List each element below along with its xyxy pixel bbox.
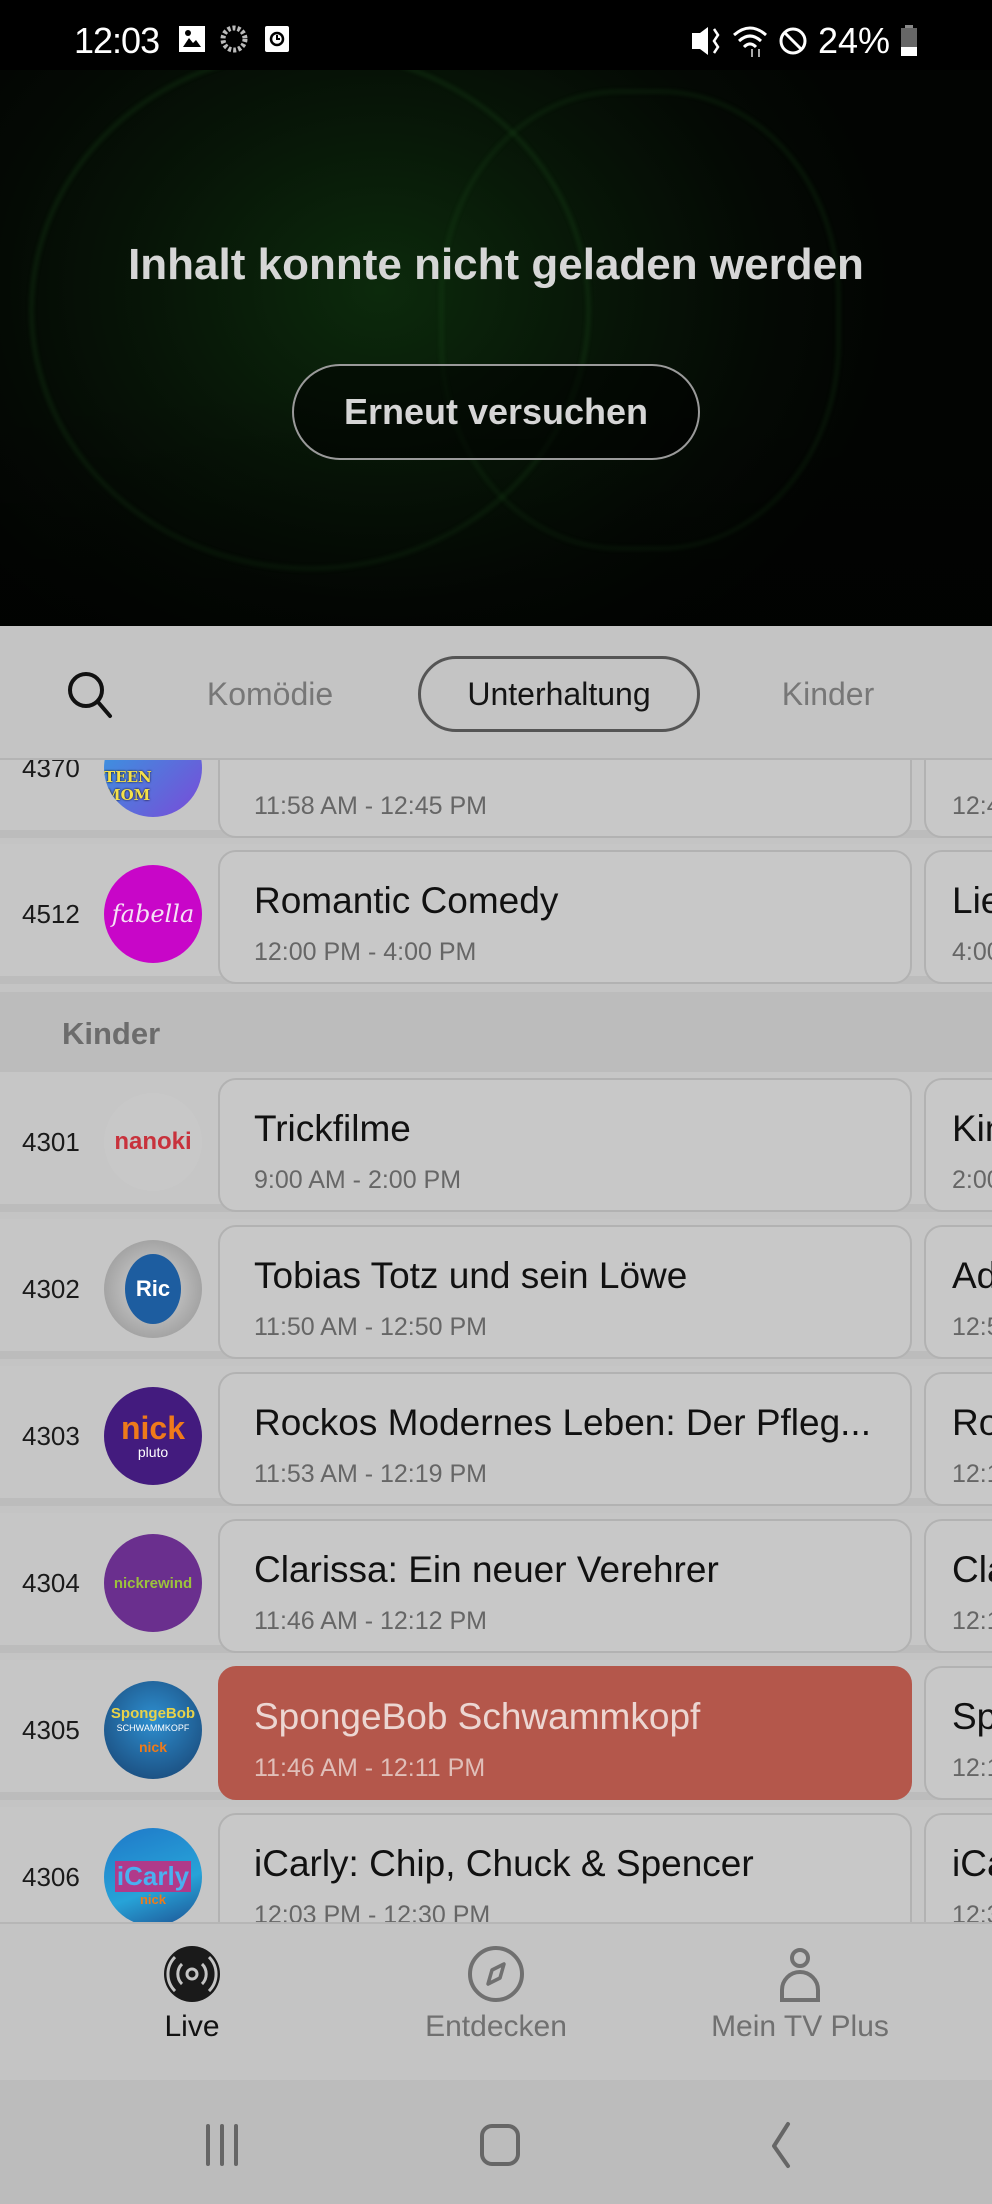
retry-button[interactable]: Erneut versuchen	[292, 364, 700, 460]
channel-row[interactable]: 4304 nickrewind Clarissa: Ein neuer Vere…	[0, 1513, 992, 1653]
program-card[interactable]: 11:58 AM - 12:45 PM	[218, 760, 912, 838]
program-time: 11:50 AM - 12:50 PM	[254, 1313, 487, 1341]
program-card[interactable]: Rockos Modernes Leben: Der Pfleg... 11:5…	[218, 1372, 912, 1506]
channel-logo[interactable]: nanoki	[104, 1093, 202, 1191]
channel-row[interactable]: 4302 Ric Tobias Totz und sein Löwe 11:50…	[0, 1219, 992, 1359]
channel-number: 4512	[22, 898, 80, 929]
channel-number: 4305	[22, 1714, 80, 1745]
next-program-card[interactable]: Lie 4:00	[924, 850, 992, 984]
bottom-nav: Live Entdecken Mein TV Plus	[0, 1922, 992, 2080]
channel-number: 4302	[22, 1273, 80, 1304]
program-title: Clarissa: Ein neuer Verehrer	[254, 1549, 719, 1590]
channel-logo[interactable]: iCarly nick	[104, 1828, 202, 1922]
wifi-icon	[732, 26, 767, 57]
tab-kinder[interactable]: Kinder	[750, 656, 906, 732]
search-icon[interactable]	[62, 666, 118, 722]
program-card[interactable]: iCarly: Chip, Chuck & Spencer 12:03 PM -…	[218, 1813, 912, 1922]
program-title: Trickfilme	[254, 1108, 411, 1149]
next-program-card[interactable]: Ad 12:5	[924, 1225, 992, 1359]
program-time: 11:46 AM - 12:12 PM	[254, 1607, 487, 1635]
back-icon[interactable]	[752, 2116, 812, 2176]
program-card[interactable]: Trickfilme 9:00 AM - 2:00 PM	[218, 1078, 912, 1212]
program-time: 9:00 AM - 2:00 PM	[254, 1166, 462, 1194]
nav-live[interactable]: Live	[42, 1944, 342, 2064]
battery-icon	[901, 25, 917, 56]
program-time: 11:46 AM - 12:11 PM	[254, 1754, 486, 1782]
program-card[interactable]: Romantic Comedy 12:00 PM - 4:00 PM	[218, 850, 912, 984]
next-program-card[interactable]: iCa 12:3	[924, 1813, 992, 1922]
channel-logo[interactable]: SpongeBob SCHWAMMKOPF nick	[104, 1681, 202, 1779]
gallery-icon	[179, 26, 205, 52]
program-time: 12:03 PM - 12:30 PM	[254, 1901, 491, 1922]
status-time: 12:03	[74, 20, 160, 61]
program-card[interactable]: Tobias Totz und sein Löwe 11:50 AM - 12:…	[218, 1225, 912, 1359]
nav-label: Entdecken	[425, 2010, 567, 2043]
program-card[interactable]: Clarissa: Ein neuer Verehrer 11:46 AM - …	[218, 1519, 912, 1653]
section-header: Kinder	[0, 992, 992, 1080]
next-program-card[interactable]: Sp 12:1	[924, 1666, 992, 1800]
live-broadcast-icon	[164, 1946, 220, 2002]
next-program-card[interactable]: 12:4	[924, 760, 992, 838]
do-not-disturb-icon	[779, 27, 807, 55]
channel-number: 4303	[22, 1420, 80, 1451]
system-nav-bar	[0, 2080, 992, 2204]
program-time: 11:58 AM - 12:45 PM	[254, 792, 487, 820]
loading-ring-icon	[220, 25, 248, 53]
nav-label: Live	[164, 2010, 220, 2043]
person-icon	[780, 1948, 820, 2002]
program-title: SpongeBob Schwammkopf	[254, 1696, 701, 1737]
channel-logo[interactable]: fabella	[104, 865, 202, 963]
program-time: 11:53 AM - 12:19 PM	[254, 1460, 487, 1488]
channel-number: 4301	[22, 1126, 80, 1157]
channel-logo[interactable]: nick pluto	[104, 1387, 202, 1485]
channel-logo[interactable]: TEEN MOM	[104, 760, 202, 817]
tab-unterhaltung[interactable]: Unterhaltung	[418, 656, 700, 732]
nav-entdecken[interactable]: Entdecken	[346, 1944, 646, 2064]
category-tabs: Komödie Unterhaltung Kinder	[0, 626, 992, 760]
channel-row[interactable]: 4306 iCarly nick iCarly: Chip, Chuck & S…	[0, 1807, 992, 1922]
nav-mein-tv-plus[interactable]: Mein TV Plus	[650, 1944, 950, 2064]
program-title: Rockos Modernes Leben: Der Pfleg...	[254, 1402, 871, 1443]
channel-row[interactable]: 4303 nick pluto Rockos Modernes Leben: D…	[0, 1366, 992, 1506]
channel-row-playing[interactable]: 4305 SpongeBob SCHWAMMKOPF nick SpongeBo…	[0, 1660, 992, 1800]
channel-row[interactable]: 4512 fabella Romantic Comedy 12:00 PM - …	[0, 844, 992, 984]
nav-label: Mein TV Plus	[711, 2010, 889, 2043]
tab-komoedie[interactable]: Komödie	[180, 656, 360, 732]
compass-icon	[468, 1946, 524, 2002]
recents-icon[interactable]	[194, 2116, 254, 2176]
channel-number: 4370	[22, 760, 80, 783]
vibrate-mute-icon	[691, 27, 720, 55]
hero-banner: Inhalt konnte nicht geladen werden Erneu…	[0, 70, 992, 626]
status-bar: 12:03 24%	[0, 0, 992, 70]
channel-row[interactable]: 4301 nanoki Trickfilme 9:00 AM - 2:00 PM…	[0, 1072, 992, 1212]
error-message: Inhalt konnte nicht geladen werden	[128, 240, 864, 289]
next-program-card[interactable]: Kin 2:00	[924, 1078, 992, 1212]
program-title: Romantic Comedy	[254, 880, 559, 921]
clock-app-icon	[265, 26, 289, 52]
battery-percent: 24%	[817, 20, 890, 61]
channel-row[interactable]: 4370 TEEN MOM 11:58 AM - 12:45 PM 12:4	[0, 760, 992, 838]
next-program-card[interactable]: Cla 12:1	[924, 1519, 992, 1653]
program-title: Tobias Totz und sein Löwe	[254, 1255, 688, 1296]
home-icon[interactable]	[472, 2116, 532, 2176]
channel-number: 4306	[22, 1861, 80, 1892]
program-title: iCarly: Chip, Chuck & Spencer	[254, 1843, 754, 1884]
channel-logo[interactable]: nickrewind	[104, 1534, 202, 1632]
section-title: Kinder	[62, 1016, 161, 1051]
channel-logo[interactable]: Ric	[104, 1240, 202, 1338]
channel-guide: 4370 TEEN MOM 11:58 AM - 12:45 PM 12:4 4…	[0, 760, 992, 1922]
program-time: 12:00 PM - 4:00 PM	[254, 938, 477, 966]
program-card-live[interactable]: SpongeBob Schwammkopf 11:46 AM - 12:11 P…	[218, 1666, 912, 1800]
next-program-card[interactable]: Ro 12:1	[924, 1372, 992, 1506]
channel-number: 4304	[22, 1567, 80, 1598]
